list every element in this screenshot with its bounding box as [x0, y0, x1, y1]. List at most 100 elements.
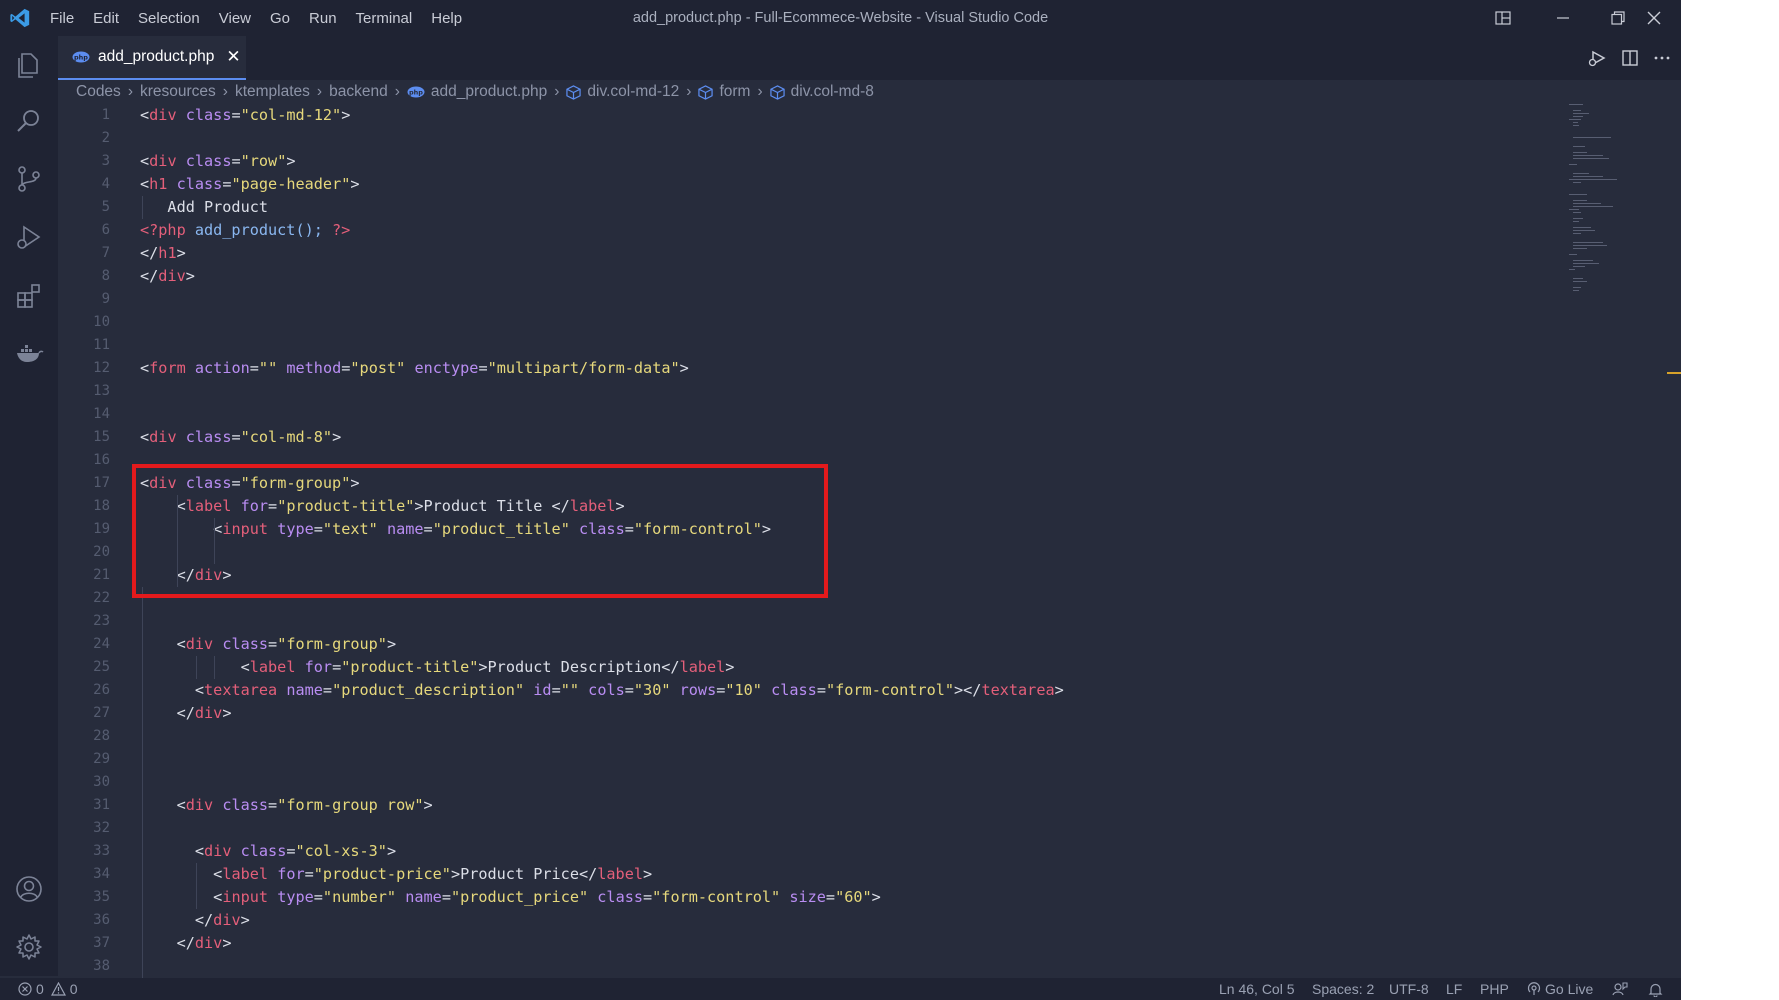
- more-actions-button[interactable]: [1653, 49, 1671, 67]
- breadcrumb-item[interactable]: div.col-md-8: [791, 83, 874, 101]
- breadcrumb-item[interactable]: kresources: [140, 83, 216, 101]
- breadcrumb-item[interactable]: add_product.php: [431, 83, 547, 101]
- split-editor-button[interactable]: [1621, 49, 1639, 67]
- customize-layout-button[interactable]: [1476, 0, 1530, 36]
- code-line[interactable]: 28: [58, 725, 1508, 748]
- code-line[interactable]: 32: [58, 817, 1508, 840]
- code-line[interactable]: 10: [58, 311, 1508, 334]
- menu-edit[interactable]: Edit: [93, 10, 119, 27]
- line-number: 5: [101, 199, 110, 215]
- code-line[interactable]: 33 <div class="col-xs-3">: [58, 840, 1508, 863]
- code-line[interactable]: 25 <label for="product-title">Product De…: [58, 656, 1508, 679]
- chevron-right-icon: ›: [686, 83, 692, 100]
- line-number: 37: [93, 935, 110, 951]
- php-file-icon: php: [72, 51, 90, 63]
- menu-selection[interactable]: Selection: [138, 10, 200, 27]
- activity-search[interactable]: [0, 96, 58, 146]
- code-line[interactable]: 37 </div>: [58, 932, 1508, 955]
- breadcrumb-item[interactable]: form: [719, 83, 750, 101]
- code-line[interactable]: 11: [58, 334, 1508, 357]
- minimize-button[interactable]: [1536, 0, 1590, 36]
- symbol-element-icon: [566, 84, 582, 100]
- minimap-line: [1573, 242, 1603, 243]
- menu-view[interactable]: View: [219, 10, 251, 27]
- indentation-setting[interactable]: Spaces: 2: [1312, 978, 1374, 1000]
- minimap-line: [1573, 233, 1581, 234]
- code-line[interactable]: 6 <?php add_product(); ?>: [58, 219, 1508, 242]
- cursor-position[interactable]: Ln 46, Col 5: [1219, 978, 1295, 1000]
- code-line[interactable]: 4 <h1 class="page-header">: [58, 173, 1508, 196]
- code-text: <div class="form-group row">: [176, 796, 433, 814]
- indent-guide: [196, 656, 197, 679]
- code-line[interactable]: 7 </h1>: [58, 242, 1508, 265]
- tab-add-product[interactable]: php add_product.php ✕: [58, 36, 246, 80]
- menu-run[interactable]: Run: [309, 10, 337, 27]
- breadcrumb-item[interactable]: ktemplates: [235, 83, 310, 101]
- menu-go[interactable]: Go: [270, 10, 290, 27]
- activity-bar: [0, 36, 58, 976]
- activity-run-debug[interactable]: [0, 212, 58, 262]
- activity-docker[interactable]: [0, 328, 58, 378]
- code-line[interactable]: 27 </div>: [58, 702, 1508, 725]
- language-mode[interactable]: PHP: [1480, 978, 1509, 1000]
- eol-setting[interactable]: LF: [1446, 978, 1462, 1000]
- code-text: <input type="number" name="product_price…: [213, 888, 881, 906]
- code-line[interactable]: 30: [58, 771, 1508, 794]
- code-line[interactable]: 36 </div>: [58, 909, 1508, 932]
- go-live-button[interactable]: Go Live: [1527, 978, 1593, 1000]
- notifications-button[interactable]: [1648, 978, 1663, 1000]
- menu-terminal[interactable]: Terminal: [356, 10, 413, 27]
- code-line[interactable]: 14: [58, 403, 1508, 426]
- menu-file[interactable]: File: [50, 10, 74, 27]
- code-line[interactable]: 38: [58, 955, 1508, 978]
- extensions-icon: [17, 284, 40, 308]
- activity-account[interactable]: [0, 864, 58, 914]
- code-line[interactable]: 12 <form action="" method="post" enctype=…: [58, 357, 1508, 380]
- chevron-right-icon: ›: [127, 83, 133, 100]
- close-window-button[interactable]: [1627, 0, 1681, 36]
- source-control-icon: [18, 166, 40, 192]
- minimap-line: [1573, 182, 1581, 183]
- code-line[interactable]: 34 <label for="product-price">Product Pr…: [58, 863, 1508, 886]
- breadcrumb-item[interactable]: Codes: [76, 83, 121, 101]
- code-line[interactable]: 1 <div class="col-md-12">: [58, 104, 1508, 127]
- code-line[interactable]: 9: [58, 288, 1508, 311]
- activity-settings[interactable]: [0, 922, 58, 972]
- code-line[interactable]: 23: [58, 610, 1508, 633]
- encoding-setting[interactable]: UTF-8: [1389, 978, 1429, 1000]
- code-line[interactable]: 35 <input type="number" name="product_pr…: [58, 886, 1508, 909]
- minimap-line: [1573, 263, 1599, 264]
- line-number: 36: [93, 912, 110, 928]
- code-text: <div class="col-xs-3">: [194, 842, 397, 860]
- code-text: <h1 class="page-header">: [140, 175, 360, 193]
- tab-close-button[interactable]: ✕: [226, 47, 240, 67]
- problems-indicator[interactable]: 0 0: [18, 978, 78, 1000]
- feedback-button[interactable]: [1612, 978, 1628, 1000]
- tab-label: add_product.php: [98, 48, 215, 65]
- line-number: 18: [93, 498, 110, 514]
- feedback-icon: [1612, 982, 1628, 996]
- go-live-label: Go Live: [1545, 981, 1594, 997]
- code-line[interactable]: 2: [58, 127, 1508, 150]
- explorer-icon: [18, 53, 38, 78]
- minimap[interactable]: [1555, 100, 1681, 980]
- code-line[interactable]: 31 <div class="form-group row">: [58, 794, 1508, 817]
- code-line[interactable]: 15 <div class="col-md-8">: [58, 426, 1508, 449]
- activity-extensions[interactable]: [0, 270, 58, 320]
- breadcrumb-item[interactable]: div.col-md-12: [587, 83, 679, 101]
- breadcrumb-item[interactable]: backend: [329, 83, 388, 101]
- docker-icon: [17, 345, 44, 362]
- line-number: 15: [93, 429, 110, 445]
- menu-help[interactable]: Help: [431, 10, 462, 27]
- code-line[interactable]: 8 </div>: [58, 265, 1508, 288]
- code-line[interactable]: 24 <div class="form-group">: [58, 633, 1508, 656]
- code-line[interactable]: 5 Add Product: [58, 196, 1508, 219]
- code-line[interactable]: 3 <div class="row">: [58, 150, 1508, 173]
- run-code-button[interactable]: [1587, 48, 1607, 68]
- code-line[interactable]: 26 <textarea name="product_description" …: [58, 679, 1508, 702]
- activity-explorer[interactable]: [0, 40, 58, 90]
- code-line[interactable]: 29: [58, 748, 1508, 771]
- editor-actions: [1573, 36, 1671, 80]
- activity-source-control[interactable]: [0, 154, 58, 204]
- code-line[interactable]: 13: [58, 380, 1508, 403]
